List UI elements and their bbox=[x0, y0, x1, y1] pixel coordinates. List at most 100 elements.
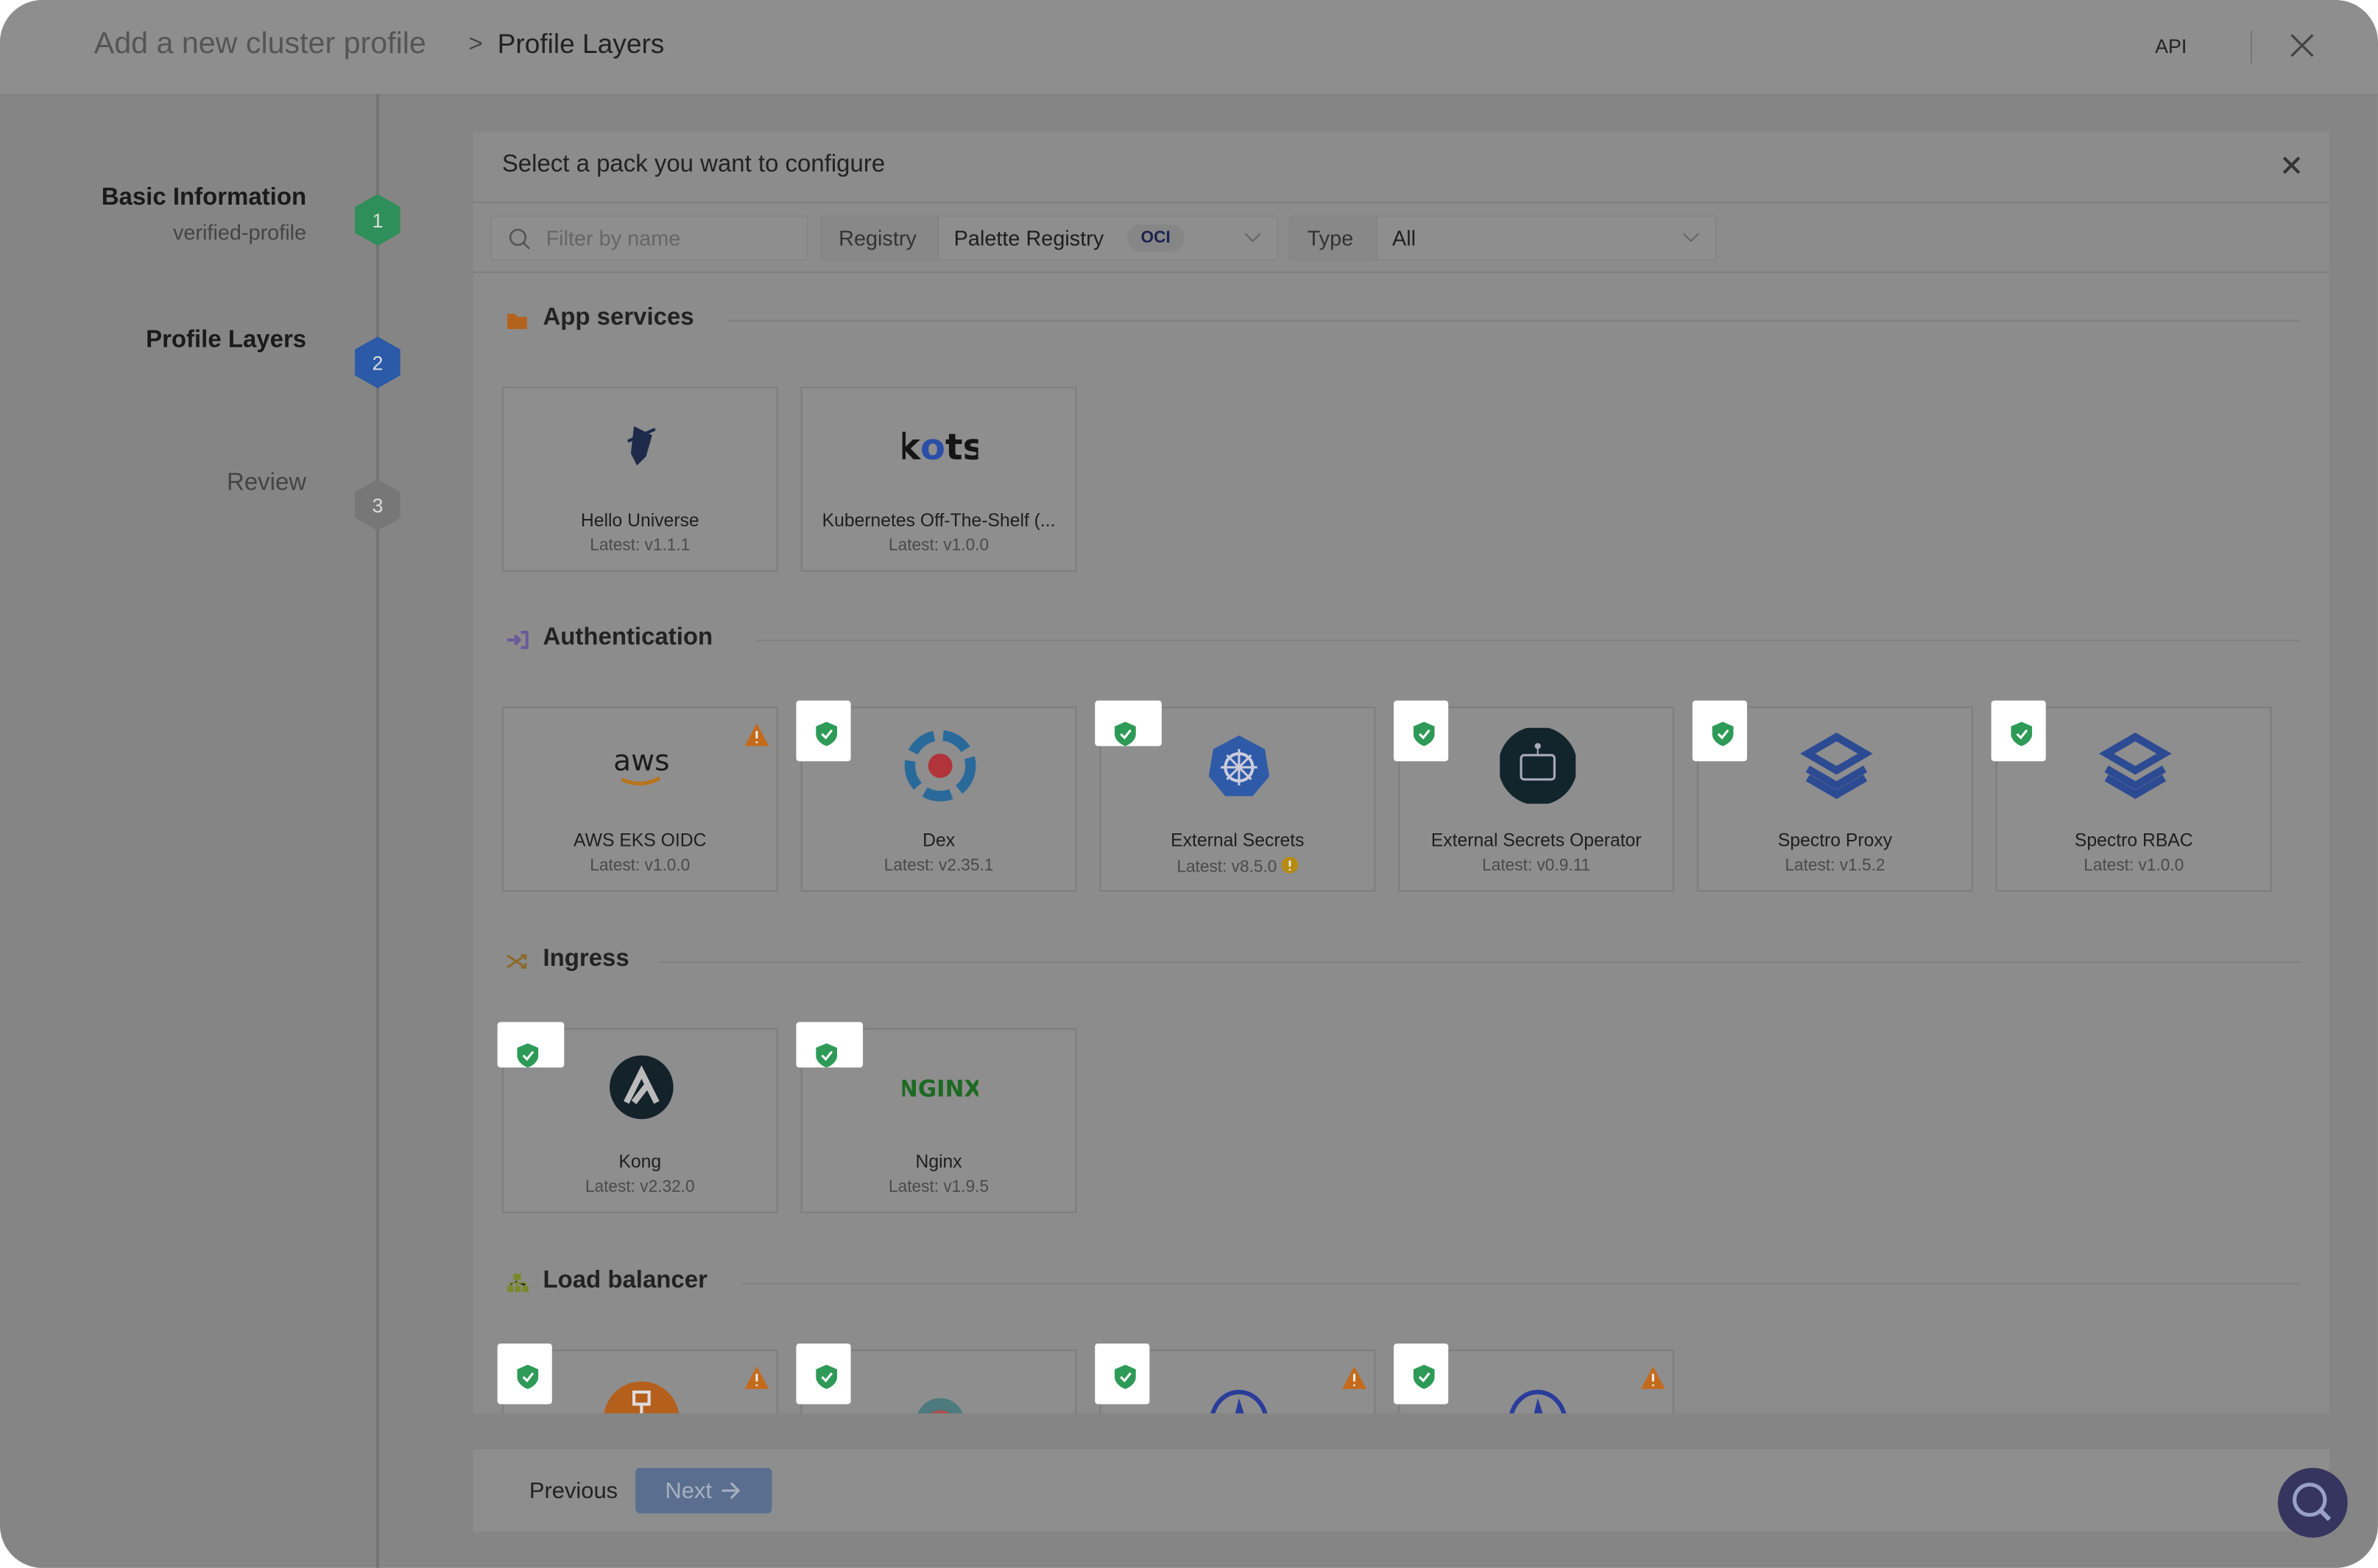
breadcrumb-current: Profile Layers bbox=[497, 29, 665, 60]
divider bbox=[2250, 30, 2252, 64]
pack-version: Latest: v8.5.0 bbox=[1101, 856, 1374, 877]
pack-version: Latest: v1.5.2 bbox=[1785, 856, 1885, 875]
metallb-logo bbox=[1210, 1389, 1268, 1413]
step-number-badge: 1 bbox=[355, 194, 401, 246]
wizard-footer: Previous Next bbox=[473, 1449, 2330, 1532]
hello-universe-logo bbox=[627, 425, 656, 466]
close-icon[interactable] bbox=[2281, 155, 2302, 176]
pack-version: Latest: v1.1.1 bbox=[590, 537, 691, 555]
divider bbox=[755, 640, 2301, 642]
section-title: Ingress bbox=[543, 946, 629, 972]
type-select[interactable]: Type All bbox=[1288, 215, 1717, 261]
verified-shield-icon bbox=[2011, 721, 2033, 746]
registry-value: Palette Registry bbox=[953, 225, 1104, 250]
load-balancer-logo bbox=[604, 1381, 680, 1413]
top-bar: Add a new cluster profile > Profile Laye… bbox=[0, 0, 2378, 96]
step-title: Review bbox=[227, 470, 307, 496]
info-icon bbox=[1281, 856, 1299, 874]
pack-name: Kubernetes Off-The-Shelf (... bbox=[822, 509, 1056, 531]
search-icon bbox=[509, 228, 530, 250]
warning-icon bbox=[744, 1366, 769, 1389]
pack-card[interactable] bbox=[1095, 1343, 1376, 1413]
pack-name: External Secrets bbox=[1171, 829, 1305, 851]
type-value: All bbox=[1391, 225, 1416, 250]
pack-version: Latest: v1.0.0 bbox=[2084, 856, 2184, 875]
robot-logo bbox=[1500, 727, 1576, 804]
next-button[interactable]: Next bbox=[635, 1467, 772, 1514]
verified-shield-icon bbox=[1413, 721, 1435, 746]
kubernetes-logo bbox=[1208, 735, 1270, 797]
pack-name: Dex bbox=[922, 829, 956, 851]
verified-shield-icon bbox=[1413, 1364, 1435, 1389]
step-title: Basic Information bbox=[101, 185, 307, 211]
cluster-profile-wizard: Add a new cluster profile > Profile Laye… bbox=[0, 0, 2378, 1568]
verified-shield-icon bbox=[816, 1364, 838, 1389]
divider bbox=[727, 319, 2301, 322]
pack-card[interactable]: kots Kubernetes Off-The-Shelf (... Lates… bbox=[800, 386, 1077, 572]
chevron-down-icon bbox=[1682, 233, 1699, 242]
svg-text:aws: aws bbox=[613, 744, 669, 777]
type-label: Type bbox=[1307, 225, 1354, 250]
dex-logo bbox=[904, 730, 976, 802]
filter-input[interactable]: Filter by name bbox=[490, 215, 808, 261]
verified-shield-icon bbox=[1115, 721, 1136, 746]
svg-text:NGINX: NGINX bbox=[903, 1076, 978, 1102]
registry-label: Registry bbox=[839, 225, 917, 250]
stepper-line bbox=[375, 93, 379, 1568]
verified-shield-icon bbox=[517, 1043, 539, 1068]
network-icon bbox=[507, 1274, 529, 1293]
pack-selector-panel: Select a pack you want to configure Filt… bbox=[473, 132, 2330, 1413]
pack-name: Spectro RBAC bbox=[2074, 829, 2193, 851]
pack-card[interactable]: aws AWS EKS OIDC Latest: v1.0.0 bbox=[501, 706, 778, 892]
chevron-down-icon bbox=[1244, 233, 1261, 242]
spectro-logo bbox=[2098, 732, 2172, 799]
breadcrumb-parent[interactable]: Add a new cluster profile bbox=[94, 27, 426, 62]
section-title: Authentication bbox=[543, 624, 713, 651]
pack-card[interactable] bbox=[796, 1343, 1077, 1413]
pack-card[interactable] bbox=[497, 1343, 778, 1413]
pack-version: Latest: v2.32.0 bbox=[585, 1178, 695, 1197]
pack-version: Latest: v0.9.11 bbox=[1482, 856, 1591, 875]
step-3[interactable]: Review 3 bbox=[0, 467, 425, 543]
pack-card[interactable]: External Secrets Operator Latest: v0.9.1… bbox=[1394, 700, 1675, 892]
warning-icon bbox=[744, 723, 769, 746]
verified-shield-icon bbox=[1712, 721, 1734, 746]
divider bbox=[473, 271, 2330, 273]
pack-card[interactable]: Hello Universe Latest: v1.1.1 bbox=[501, 386, 778, 572]
step-2[interactable]: Profile Layers 2 bbox=[0, 325, 425, 400]
step-1[interactable]: Basic Information verified-profile 1 bbox=[0, 182, 425, 258]
warning-icon bbox=[1640, 1366, 1665, 1389]
previous-button[interactable]: Previous bbox=[529, 1478, 618, 1504]
next-label: Next bbox=[665, 1477, 712, 1504]
arrow-right-icon bbox=[722, 1482, 741, 1500]
search-icon bbox=[2293, 1483, 2332, 1522]
nginx-logo: NGINX bbox=[903, 1076, 978, 1102]
pack-card[interactable] bbox=[1394, 1343, 1675, 1413]
pack-card[interactable]: Kong Latest: v2.32.0 bbox=[497, 1022, 778, 1213]
pack-name: Nginx bbox=[915, 1151, 962, 1173]
pack-card[interactable]: Dex Latest: v2.35.1 bbox=[796, 700, 1077, 892]
pack-card[interactable]: Spectro RBAC Latest: v1.0.0 bbox=[1991, 700, 2272, 892]
api-button[interactable]: API bbox=[2155, 35, 2187, 57]
spectro-logo bbox=[1800, 732, 1873, 799]
step-subtitle: verified-profile bbox=[172, 219, 307, 244]
section-title: Load balancer bbox=[543, 1268, 708, 1294]
pack-name: External Secrets Operator bbox=[1430, 829, 1642, 851]
folder-icon bbox=[507, 314, 527, 329]
aws-logo: aws bbox=[613, 744, 670, 786]
pack-card[interactable]: NGINX Nginx Latest: v1.9.5 bbox=[796, 1022, 1077, 1213]
pack-card[interactable]: Spectro Proxy Latest: v1.5.2 bbox=[1692, 700, 1973, 892]
pack-name: Spectro Proxy bbox=[1777, 829, 1893, 851]
pack-name: Hello Universe bbox=[580, 509, 699, 531]
step-title: Profile Layers bbox=[146, 327, 307, 353]
pack-name: AWS EKS OIDC bbox=[574, 829, 707, 851]
panel-title: Select a pack you want to configure bbox=[501, 151, 886, 178]
pack-card[interactable]: External Secrets Latest: v8.5.0 bbox=[1095, 700, 1376, 892]
kots-logo: kots bbox=[903, 425, 978, 468]
registry-select[interactable]: Registry Palette Registry OCI bbox=[820, 215, 1279, 261]
verified-shield-icon bbox=[517, 1364, 539, 1389]
shuffle-icon bbox=[507, 954, 527, 969]
close-icon[interactable] bbox=[2287, 30, 2317, 60]
help-search-button[interactable] bbox=[2277, 1467, 2348, 1538]
verified-shield-icon bbox=[816, 1043, 838, 1068]
